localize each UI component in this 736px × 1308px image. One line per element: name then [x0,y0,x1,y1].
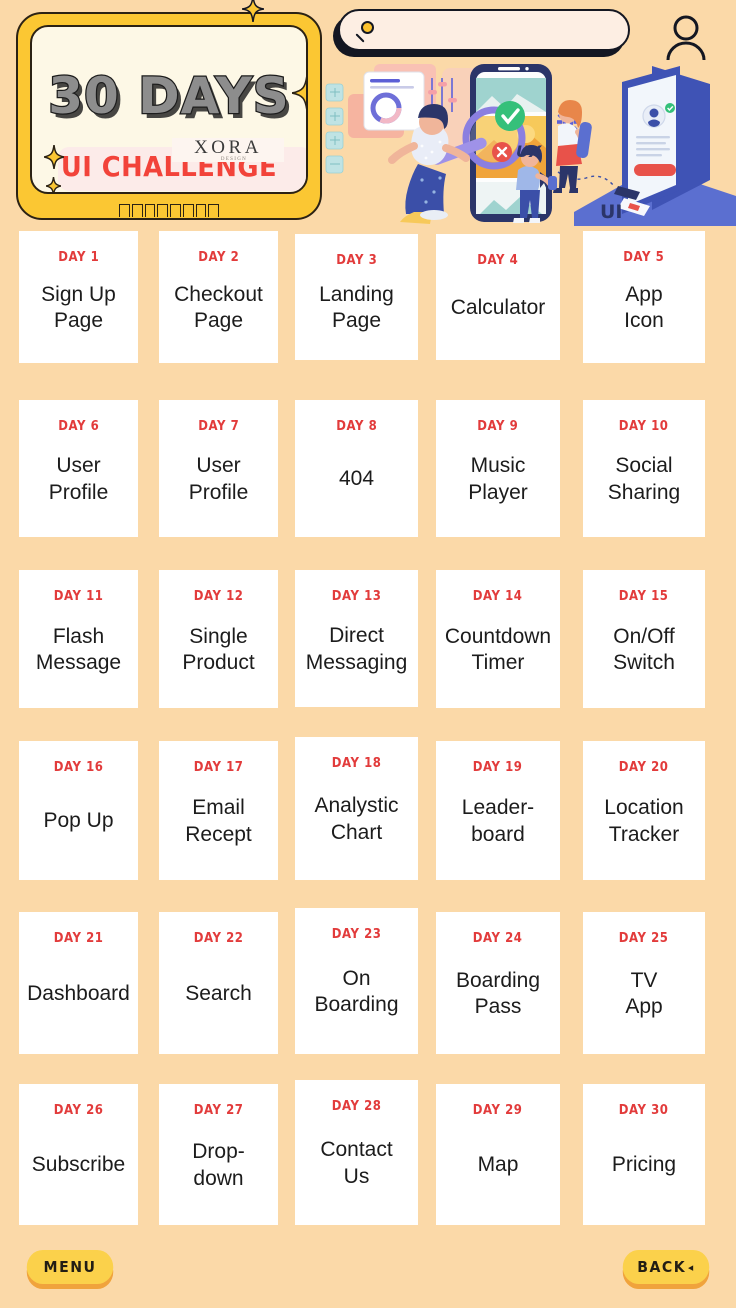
card-day-label: DAY 1 [57,250,100,265]
challenge-card[interactable]: DAY 2 Checkout Page [159,231,278,363]
challenge-card[interactable]: DAY 7 User Profile [159,400,278,537]
challenge-card[interactable]: DAY 12 Single Product [159,570,278,708]
card-title: Checkout Page [174,282,263,332]
card-day-label: DAY 12 [193,589,244,604]
card-day-label: DAY 9 [477,419,519,434]
card-day-label: DAY 28 [331,1099,382,1114]
card-title: Analystic Chart [314,794,399,844]
card-day-label: DAY 6 [57,419,100,434]
card-title: Leader-board [461,796,535,846]
challenge-card[interactable]: DAY 6 User Profile [19,400,138,537]
challenge-card[interactable]: DAY 27 Drop-down [159,1084,278,1225]
card-day-label: DAY 27 [193,1103,244,1118]
challenge-card[interactable]: DAY 30 Pricing [583,1084,705,1225]
challenge-card[interactable]: DAY 21 Dashboard [19,912,138,1054]
challenge-card-grid: DAY 1 Sign Up Page DAY 2 Checkout Page DAY 3 La… [0,0,736,1308]
card-day-label: DAY 3 [335,253,378,268]
menu-button-label: MENU [43,1258,97,1276]
card-title: On Boarding [314,966,399,1016]
challenge-card[interactable]: DAY 8 404 [295,400,418,537]
card-title: Subscribe [31,1153,126,1177]
challenge-card[interactable]: DAY 3 Landing Page [295,234,418,360]
card-title: 404 [338,467,375,491]
card-title: Search [185,981,252,1005]
challenge-card[interactable]: DAY 4 Calculator [436,234,560,360]
challenge-card[interactable]: DAY 19 Leader-board [436,741,560,880]
challenge-card[interactable]: DAY 1 Sign Up Page [19,231,138,363]
card-day-label: DAY 4 [477,253,519,268]
challenge-card[interactable]: DAY 20 Location Tracker [583,741,705,880]
card-day-label: DAY 5 [623,250,665,265]
challenge-card[interactable]: DAY 22 Search [159,912,278,1054]
card-title: Countdown Timer [444,624,552,674]
card-day-label: DAY 13 [331,589,382,604]
card-day-label: DAY 8 [335,419,378,434]
card-day-label: DAY 23 [331,927,382,942]
card-day-label: DAY 14 [473,589,523,604]
card-title: TV App [625,968,663,1018]
challenge-card[interactable]: DAY 14 Countdown Timer [436,570,560,708]
challenge-card[interactable]: DAY 5 App Icon [583,231,705,363]
card-title: Landing Page [319,282,394,332]
challenge-card[interactable]: DAY 29 Map [436,1084,560,1225]
menu-button[interactable]: MENU [26,1250,114,1284]
back-button[interactable]: BACK ◂ [622,1250,710,1284]
back-arrow-icon: ◂ [688,1260,695,1274]
challenge-card[interactable]: DAY 25 TV App [583,912,705,1054]
card-day-label: DAY 7 [197,419,240,434]
card-title: User Profile [188,454,249,504]
challenge-card[interactable]: DAY 10 Social Sharing [583,400,705,537]
card-day-label: DAY 15 [619,589,669,604]
challenge-card[interactable]: DAY 11 Flash Message [19,570,138,708]
card-title: Calculator [450,295,546,319]
challenge-card[interactable]: DAY 17 Email Recept [159,741,278,880]
card-day-label: DAY 20 [619,760,669,775]
card-title: Location Tracker [604,796,684,846]
challenge-card[interactable]: DAY 15 On/Off Switch [583,570,705,708]
card-day-label: DAY 29 [473,1103,523,1118]
card-title: Sign Up Page [41,282,116,332]
card-title: Drop-down [192,1140,245,1190]
card-day-label: DAY 18 [331,756,382,771]
card-day-label: DAY 22 [193,931,244,946]
card-day-label: DAY 16 [53,760,104,775]
card-day-label: DAY 30 [619,1103,669,1118]
card-title: On/Off Switch [613,624,675,674]
card-day-label: DAY 24 [473,931,523,946]
challenge-card[interactable]: DAY 18 Analystic Chart [295,737,418,880]
challenge-card[interactable]: DAY 16 Pop Up [19,741,138,880]
card-title: Pop Up [43,809,114,833]
card-title: Boarding Pass [455,968,541,1018]
challenge-card[interactable]: DAY 28 Contact Us [295,1080,418,1225]
card-title: Map [477,1153,519,1177]
card-day-label: DAY 26 [53,1103,104,1118]
card-title: Direct Messaging [305,624,408,674]
card-title: User Profile [48,454,109,504]
challenge-card[interactable]: DAY 9 Music Player [436,400,560,537]
card-day-label: DAY 11 [53,589,104,604]
card-title: Dashboard [27,981,130,1005]
card-title: Social Sharing [607,454,681,504]
card-title: Single Product [182,624,255,674]
card-title: Flash Message [35,624,122,674]
card-day-label: DAY 25 [619,931,669,946]
back-button-label: BACK [637,1258,687,1276]
card-day-label: DAY 2 [197,250,240,265]
challenge-card[interactable]: DAY 26 Subscribe [19,1084,138,1225]
challenge-card[interactable]: DAY 23 On Boarding [295,908,418,1054]
card-day-label: DAY 10 [619,419,669,434]
challenge-card[interactable]: DAY 24 Boarding Pass [436,912,560,1054]
card-day-label: DAY 17 [193,760,244,775]
card-title: App Icon [624,282,664,332]
card-title: Contact Us [320,1138,393,1188]
card-title: Pricing [611,1153,677,1177]
card-title: Email Recept [185,796,252,846]
challenge-card[interactable]: DAY 13 Direct Messaging [295,570,418,707]
card-day-label: DAY 21 [53,931,104,946]
card-day-label: DAY 19 [473,760,523,775]
card-title: Music Player [468,454,528,504]
